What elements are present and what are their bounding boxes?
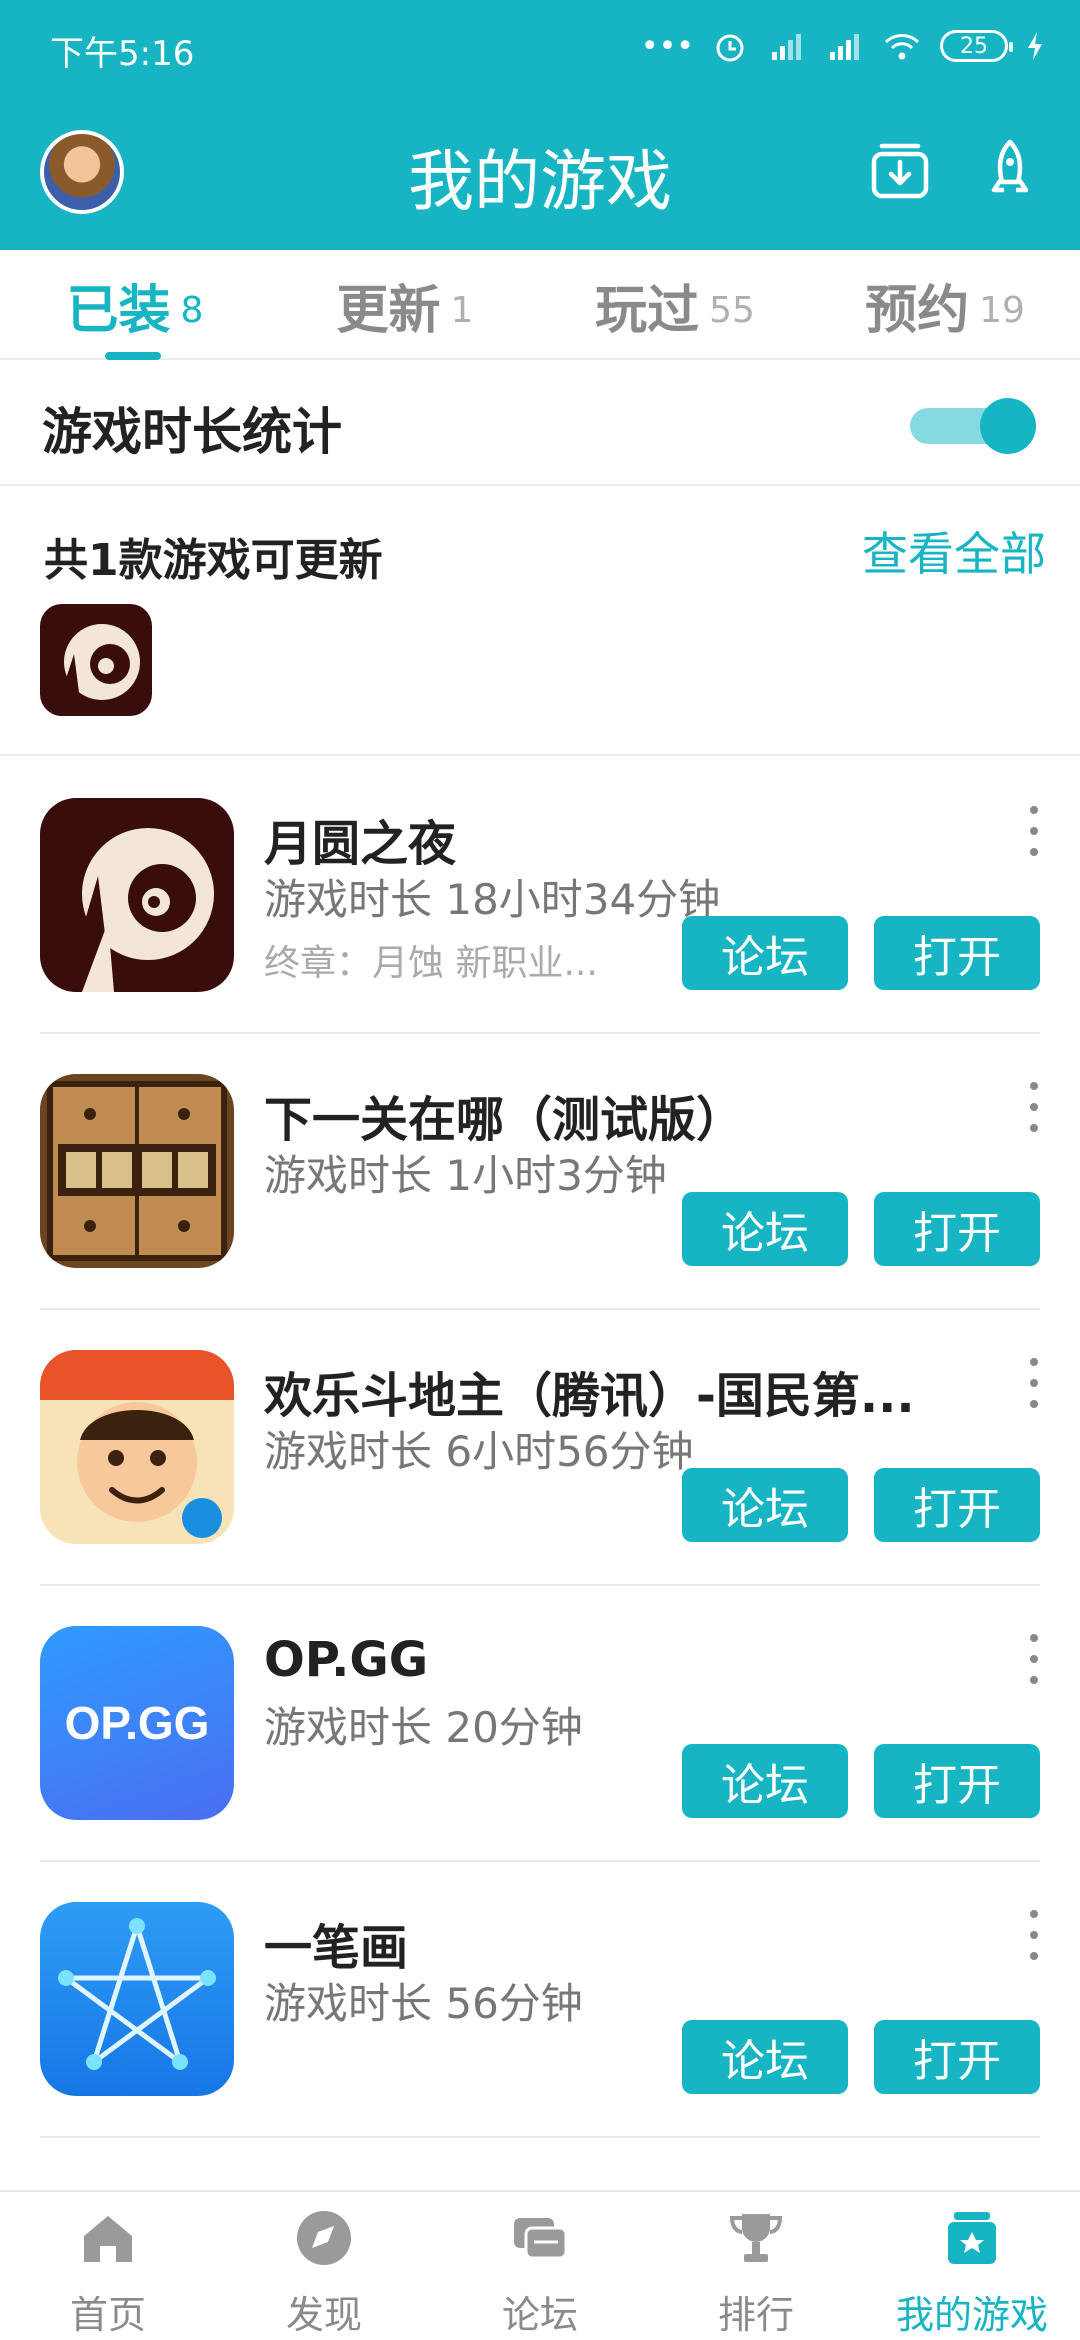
tab-label: 预约	[865, 280, 970, 341]
game-list-item[interactable]: OP.GG OP.GG 游戏时长 20分钟 论坛 打开	[0, 1586, 1080, 1862]
status-icons: ••• 25	[641, 24, 1044, 68]
chat-bubbles-icon	[510, 2208, 570, 2268]
nav-forum[interactable]: 论坛	[432, 2192, 648, 2340]
tab-installed[interactable]: 已装 8	[0, 250, 270, 360]
game-icon-moon-night[interactable]	[40, 798, 234, 992]
forum-button[interactable]: 论坛	[682, 1192, 848, 1266]
installed-game-list: 月圆之夜 游戏时长 18小时34分钟 终章：月蚀 新职业... 论坛 打开 下一…	[0, 758, 1080, 2138]
rocket-icon[interactable]	[978, 138, 1042, 202]
signal-icon	[824, 30, 864, 62]
tab-bar: 已装 8 更新 1 玩过 55 预约 19	[0, 250, 1080, 360]
tab-reserved[interactable]: 预约 19	[810, 250, 1080, 360]
tab-updates[interactable]: 更新 1	[270, 250, 540, 360]
playtime-stats-toggle[interactable]	[910, 398, 1036, 454]
download-manager-icon[interactable]	[868, 138, 932, 202]
update-section: 共1款游戏可更新 查看全部	[0, 488, 1080, 756]
nav-my-games[interactable]: 我的游戏	[864, 2192, 1080, 2340]
more-options-icon[interactable]	[1022, 806, 1046, 856]
more-options-icon[interactable]	[1022, 1082, 1046, 1132]
game-icon-opgg[interactable]: OP.GG	[40, 1626, 234, 1820]
update-game-icon[interactable]	[40, 604, 152, 716]
nav-discover[interactable]: 发现	[216, 2192, 432, 2340]
game-playtime: 游戏时长 1小时3分钟	[264, 1151, 667, 1200]
game-name: 月圆之夜	[264, 816, 457, 872]
game-list-item[interactable]: 欢乐斗地主（腾讯）-国民第... 游戏时长 6小时56分钟 论坛 打开	[0, 1310, 1080, 1586]
trophy-icon	[726, 2208, 786, 2268]
update-count-title: 共1款游戏可更新	[44, 535, 383, 586]
nav-ranking[interactable]: 排行	[648, 2192, 864, 2340]
more-options-icon[interactable]	[1022, 1634, 1046, 1684]
open-button[interactable]: 打开	[874, 916, 1040, 990]
forum-button[interactable]: 论坛	[682, 1468, 848, 1542]
tab-label: 玩过	[595, 280, 700, 341]
status-time: 下午5:16	[50, 34, 195, 74]
view-all-link[interactable]: 查看全部	[862, 518, 1046, 584]
signal-roaming-icon	[766, 30, 806, 62]
open-button[interactable]: 打开	[874, 1192, 1040, 1266]
more-options-icon[interactable]	[1022, 1358, 1046, 1408]
nav-label: 发现	[285, 2293, 362, 2337]
playtime-stats-label: 游戏时长统计	[42, 403, 342, 461]
bottom-nav: 首页 发现 论坛 排行 我的游戏	[0, 2190, 1080, 2340]
game-icon-one-stroke[interactable]	[40, 1902, 234, 2096]
open-button[interactable]: 打开	[874, 1468, 1040, 1542]
nav-label: 我的游戏	[895, 2293, 1048, 2337]
tab-count: 19	[979, 289, 1025, 331]
tab-count: 8	[180, 289, 204, 331]
game-name: 下一关在哪（测试版）	[264, 1092, 745, 1148]
game-playtime: 游戏时长 18小时34分钟	[264, 875, 721, 924]
my-games-icon	[942, 2208, 1002, 2268]
game-news[interactable]: 终章：月蚀 新职业...	[264, 934, 614, 986]
open-button[interactable]: 打开	[874, 2020, 1040, 2094]
nav-label: 排行	[717, 2293, 794, 2337]
forum-button[interactable]: 论坛	[682, 2020, 848, 2094]
compass-icon	[294, 2208, 354, 2268]
tab-label: 更新	[336, 280, 441, 341]
tab-played[interactable]: 玩过 55	[540, 250, 810, 360]
game-playtime: 游戏时长 56分钟	[264, 1979, 583, 2028]
more-dots-icon: •••	[640, 28, 694, 64]
opgg-logo-text: OP.GG	[64, 1697, 210, 1749]
game-list-item[interactable]: 下一关在哪（测试版） 游戏时长 1小时3分钟 论坛 打开	[0, 1034, 1080, 1310]
status-bar: 下午5:16 ••• 25	[0, 0, 1080, 90]
game-icon-next-level[interactable]	[40, 1074, 234, 1268]
nav-home[interactable]: 首页	[0, 2192, 216, 2340]
toggle-thumb	[980, 398, 1036, 454]
forum-button[interactable]: 论坛	[682, 1744, 848, 1818]
title-row: 我的游戏	[0, 110, 1080, 230]
tab-count: 1	[450, 289, 474, 331]
game-playtime: 游戏时长 6小时56分钟	[264, 1427, 694, 1476]
forum-button[interactable]: 论坛	[682, 916, 848, 990]
battery-icon: 25	[940, 30, 1013, 62]
charging-icon	[1026, 30, 1044, 62]
open-button[interactable]: 打开	[874, 1744, 1040, 1818]
game-playtime: 游戏时长 20分钟	[264, 1703, 583, 1752]
game-list-item[interactable]: 月圆之夜 游戏时长 18小时34分钟 终章：月蚀 新职业... 论坛 打开	[0, 758, 1080, 1034]
game-icon-happy-landlord[interactable]	[40, 1350, 234, 1544]
game-list-item[interactable]: 一笔画 游戏时长 56分钟 论坛 打开	[0, 1862, 1080, 2138]
tab-count: 55	[709, 289, 755, 331]
game-name: 一笔画	[264, 1920, 409, 1976]
playtime-stats-row: 游戏时长统计	[0, 362, 1080, 486]
home-icon	[78, 2208, 138, 2268]
tab-label: 已装	[66, 280, 171, 341]
nav-label: 论坛	[501, 2293, 578, 2337]
alarm-icon	[712, 28, 748, 64]
game-name: OP.GG	[264, 1632, 429, 1688]
wifi-icon	[882, 30, 922, 62]
game-name: 欢乐斗地主（腾讯）-国民第...	[264, 1368, 915, 1424]
app-header: 下午5:16 ••• 25 我的游戏	[0, 0, 1080, 250]
more-options-icon[interactable]	[1022, 1910, 1046, 1960]
nav-label: 首页	[69, 2293, 146, 2337]
